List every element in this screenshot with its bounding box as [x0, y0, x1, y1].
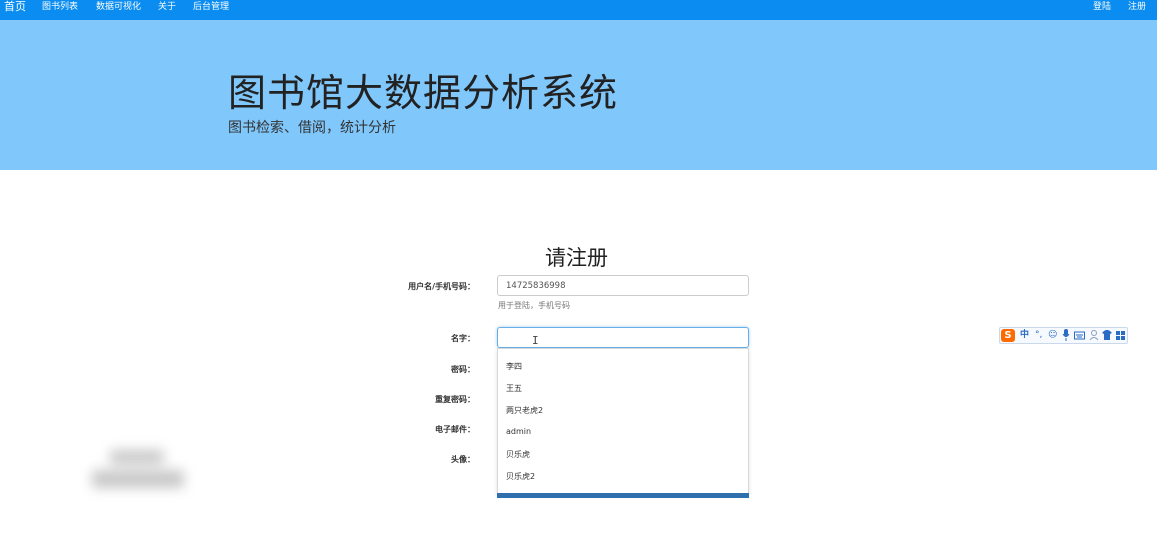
toolbox-grid-icon[interactable]	[1116, 329, 1126, 346]
site-subtitle: 图书检索、借阅，统计分析	[228, 120, 396, 136]
autocomplete-option[interactable]: 王五	[506, 383, 522, 394]
emoji-icon[interactable]: ☺	[1048, 329, 1057, 342]
nav-data-visualization-link[interactable]: 数据可视化	[96, 0, 141, 20]
autocomplete-option[interactable]: 李四	[506, 361, 522, 372]
hero-banner: 图书馆大数据分析系统 图书检索、借阅，统计分析	[0, 20, 1157, 170]
autocomplete-option[interactable]: 贝乐虎2	[506, 471, 535, 482]
nav-login-link[interactable]: 登陆	[1093, 0, 1111, 20]
sogou-logo-icon[interactable]: S	[1001, 329, 1015, 342]
autocomplete-option[interactable]: admin	[506, 427, 531, 436]
password-label: 密码：	[451, 365, 475, 374]
email-label: 电子邮件：	[435, 425, 475, 434]
autocomplete-option[interactable]: 贝乐虎	[506, 449, 530, 460]
skin-shirt-icon[interactable]	[1102, 329, 1112, 346]
username-input[interactable]	[497, 275, 749, 296]
top-navbar: 首页 图书列表 数据可视化 关于 后台管理 登陆 注册	[0, 0, 1157, 20]
text-cursor-icon: I	[532, 334, 539, 347]
nav-book-list-link[interactable]: 图书列表	[42, 0, 78, 20]
submit-button[interactable]	[497, 493, 749, 498]
avatar-label: 头像：	[451, 455, 475, 464]
username-help-text: 用于登陆，手机号码	[498, 301, 570, 310]
username-label: 用户名/手机号码：	[408, 282, 475, 291]
nav-home-link[interactable]: 首页	[4, 0, 26, 20]
blurred-overlay	[92, 448, 184, 492]
name-label: 名字：	[451, 334, 475, 343]
chinese-mode-icon[interactable]: 中	[1020, 329, 1029, 342]
microphone-icon[interactable]	[1062, 329, 1070, 346]
nav-about-link[interactable]: 关于	[158, 0, 176, 20]
nav-register-link[interactable]: 注册	[1128, 0, 1146, 20]
keyboard-icon[interactable]	[1074, 329, 1085, 346]
register-title: 请注册	[545, 246, 608, 270]
name-autocomplete-dropdown: 李四 王五 两只老虎2 admin 贝乐虎 贝乐虎2	[497, 348, 749, 494]
person-icon[interactable]	[1089, 329, 1099, 346]
ime-toolbar: S 中 °, ☺	[999, 327, 1128, 344]
punctuation-icon[interactable]: °,	[1035, 329, 1042, 342]
autocomplete-option[interactable]: 两只老虎2	[506, 405, 543, 416]
confirm-password-label: 重复密码：	[435, 395, 475, 404]
site-title: 图书馆大数据分析系统	[228, 71, 619, 115]
nav-admin-link[interactable]: 后台管理	[193, 0, 229, 20]
